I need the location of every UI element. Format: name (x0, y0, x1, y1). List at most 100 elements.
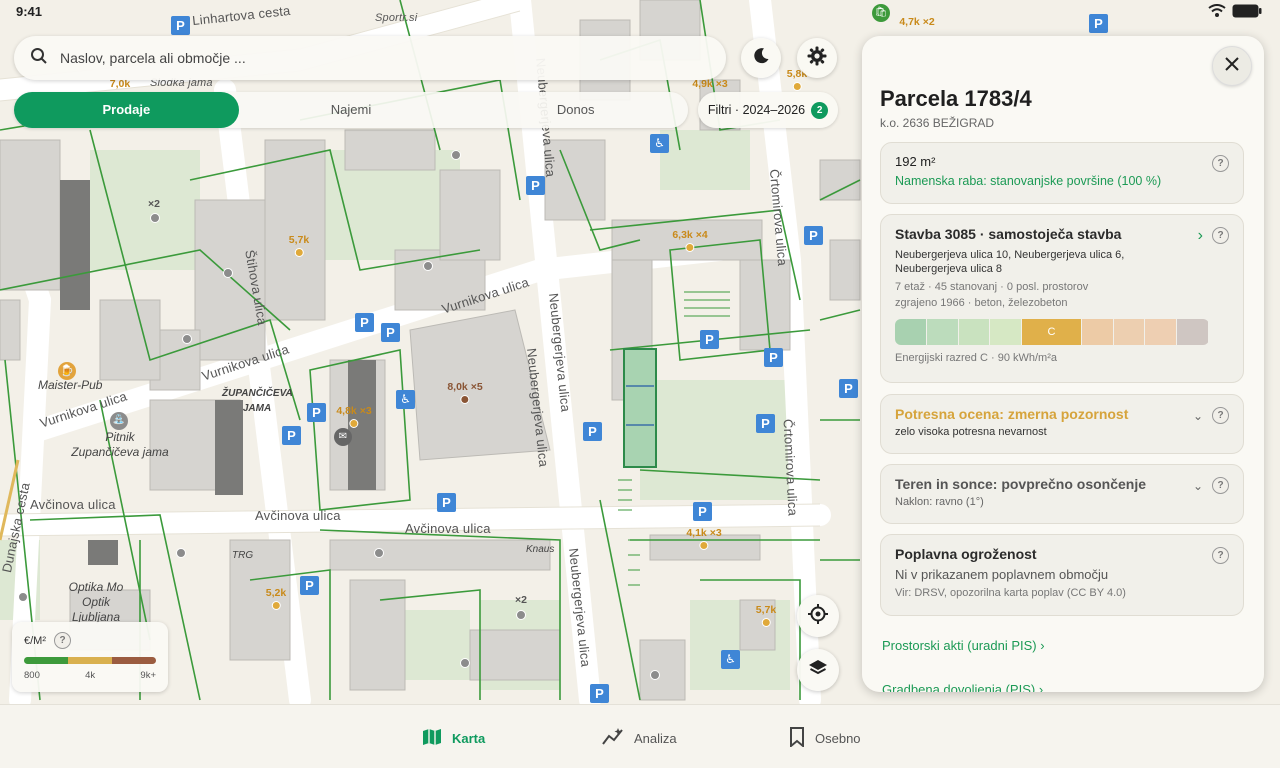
nav-osebno[interactable]: Osebno (789, 727, 861, 750)
parking-icon: P (590, 684, 609, 703)
parking-icon: P (171, 16, 190, 35)
tab-najemi[interactable]: Najemi (239, 92, 464, 128)
chevron-down-icon[interactable]: ⌄ (1193, 479, 1203, 493)
parking-icon: P (355, 313, 374, 332)
seismic-title: Potresna ocena: zmerna pozornost (895, 406, 1129, 422)
parcel-panel: Parcela 1783/4 k.o. 2636 BEŽIGRAD 192 m²… (862, 36, 1264, 692)
building-dot[interactable] (451, 150, 461, 160)
building-dot[interactable] (374, 548, 384, 558)
search-bar[interactable] (14, 36, 726, 80)
spatial-acts-link[interactable]: Prostorski akti (uradni PIS) › (882, 638, 1045, 653)
tab-donos[interactable]: Donos (463, 92, 688, 128)
nav-karta[interactable]: Karta (422, 727, 485, 750)
flood-source: Vir: DRSV, opozorilna karta poplav (CC B… (895, 587, 1126, 599)
price-label: ×2 (515, 594, 527, 606)
close-icon (1225, 56, 1239, 76)
analytics-icon (602, 727, 624, 750)
street-label: Avčinova ulica (255, 508, 341, 523)
building-address: Neubergerjeva ulica 10, Neubergerjeva ul… (895, 249, 1125, 275)
help-icon[interactable]: ? (1212, 477, 1229, 494)
map-icon (422, 727, 442, 750)
tab-prodaje[interactable]: Prodaje (14, 92, 239, 128)
price-pin[interactable]: 8,0k ×5 (447, 381, 483, 404)
status-time: 9:41 (16, 4, 43, 19)
price-pin[interactable]: 4,8k ×3 (336, 405, 372, 428)
poi-label: TRG (232, 550, 254, 561)
price-pin[interactable]: 4,7k ×2 (899, 16, 934, 28)
building-card[interactable]: Stavba 3085 · samostoječa stavba › ? Neu… (880, 214, 1244, 383)
chevron-down-icon[interactable]: ⌄ (1193, 409, 1203, 423)
energy-text: Energijski razred C · 90 kWh/m²a (895, 352, 1057, 364)
terrain-sub: Naklon: ravno (1°) (895, 496, 984, 508)
building-dot[interactable] (18, 592, 28, 602)
building-permits-link[interactable]: Gradbena dovoljenja (PIS) › (882, 682, 1043, 692)
price-pin[interactable]: 4,1k ×3 (686, 527, 722, 550)
layers-button[interactable] (797, 649, 839, 691)
building-dot[interactable] (182, 334, 192, 344)
building-dot[interactable] (516, 610, 526, 620)
close-button[interactable] (1212, 46, 1252, 86)
chevron-right-icon[interactable]: › (1198, 227, 1203, 245)
moon-icon (752, 47, 770, 70)
settings-button[interactable] (797, 38, 837, 78)
price-label: 8,0k ×5 (447, 381, 483, 393)
building-dot[interactable] (423, 261, 433, 271)
help-icon[interactable]: ? (1212, 155, 1229, 172)
help-icon[interactable]: ? (1212, 227, 1229, 244)
price-label: 6,3k ×4 (672, 229, 708, 241)
energy-segment (990, 319, 1022, 345)
help-icon[interactable]: ? (54, 632, 71, 649)
price-pin[interactable]: 5,7k (289, 234, 309, 257)
price-pin[interactable]: 5,2k (266, 587, 286, 610)
parcel-title: Parcela 1783/4 (880, 86, 1032, 111)
building-dot[interactable] (176, 548, 186, 558)
post-icon: ✉ (334, 428, 352, 446)
building-stats: 7 etaž · 45 stanovanj · 0 posl. prostoro… (895, 281, 1089, 293)
terrain-card[interactable]: Teren in sonce: povprečno osončenje Nakl… (880, 464, 1244, 524)
building-dot[interactable] (150, 213, 160, 223)
price-pin[interactable]: 5,7k (756, 604, 776, 627)
nav-label: Analiza (634, 731, 677, 746)
nav-label: Osebno (815, 731, 861, 746)
seismic-card[interactable]: Potresna ocena: zmerna pozornost zelo vi… (880, 394, 1244, 454)
building-dot[interactable] (223, 268, 233, 278)
legend-tick: 9k+ (140, 670, 156, 681)
poi-label: Pitnik Zupančičeva jama (71, 430, 169, 459)
seismic-sub: zelo visoka potresna nevarnost (895, 426, 1047, 438)
filter-count-badge: 2 (811, 101, 829, 119)
energy-segment (1145, 319, 1177, 345)
help-icon[interactable]: ? (1212, 407, 1229, 424)
building-dot[interactable] (460, 658, 470, 668)
parking-icon: P (839, 379, 858, 398)
price-pin[interactable]: ×2 (515, 594, 527, 606)
gear-icon (807, 46, 827, 71)
price-label: 4,7k ×2 (899, 16, 935, 28)
nav-analiza[interactable]: Analiza (602, 727, 677, 750)
parcel-subtitle: k.o. 2636 BEŽIGRAD (880, 116, 995, 130)
building-dot[interactable] (650, 670, 660, 680)
crosshair-icon (807, 603, 829, 630)
bookmark-icon (789, 727, 805, 750)
street-label: Sportr.si (375, 12, 418, 24)
filter-button[interactable]: Filtri · 2024–2026 2 (698, 92, 838, 128)
pub-icon: 🍺 (58, 362, 76, 380)
building-built: zgrajeno 1966 · beton, železobeton (895, 297, 1068, 309)
status-icons (1208, 4, 1262, 23)
help-icon[interactable]: ? (1212, 547, 1229, 564)
price-pin[interactable]: 6,3k ×4 (672, 229, 708, 252)
parking-icon: P (764, 348, 783, 367)
parking-icon: P (437, 493, 456, 512)
parking-icon: P (381, 323, 400, 342)
parking-icon: P (300, 576, 319, 595)
poi-label: ŽUPANČIČEVA JAMA (222, 388, 293, 414)
energy-segment (895, 319, 926, 345)
price-label: ×2 (148, 198, 160, 210)
area-card: 192 m² Namenska raba: stanovanjske površ… (880, 142, 1244, 204)
bottom-navigation: Karta Analiza Osebno (0, 704, 1280, 768)
price-pin[interactable]: ×2 (148, 198, 160, 210)
dark-mode-button[interactable] (741, 38, 781, 78)
search-input[interactable] (60, 50, 660, 66)
energy-segment (958, 319, 990, 345)
locate-button[interactable] (797, 595, 839, 637)
area-value: 192 m² (895, 154, 936, 169)
